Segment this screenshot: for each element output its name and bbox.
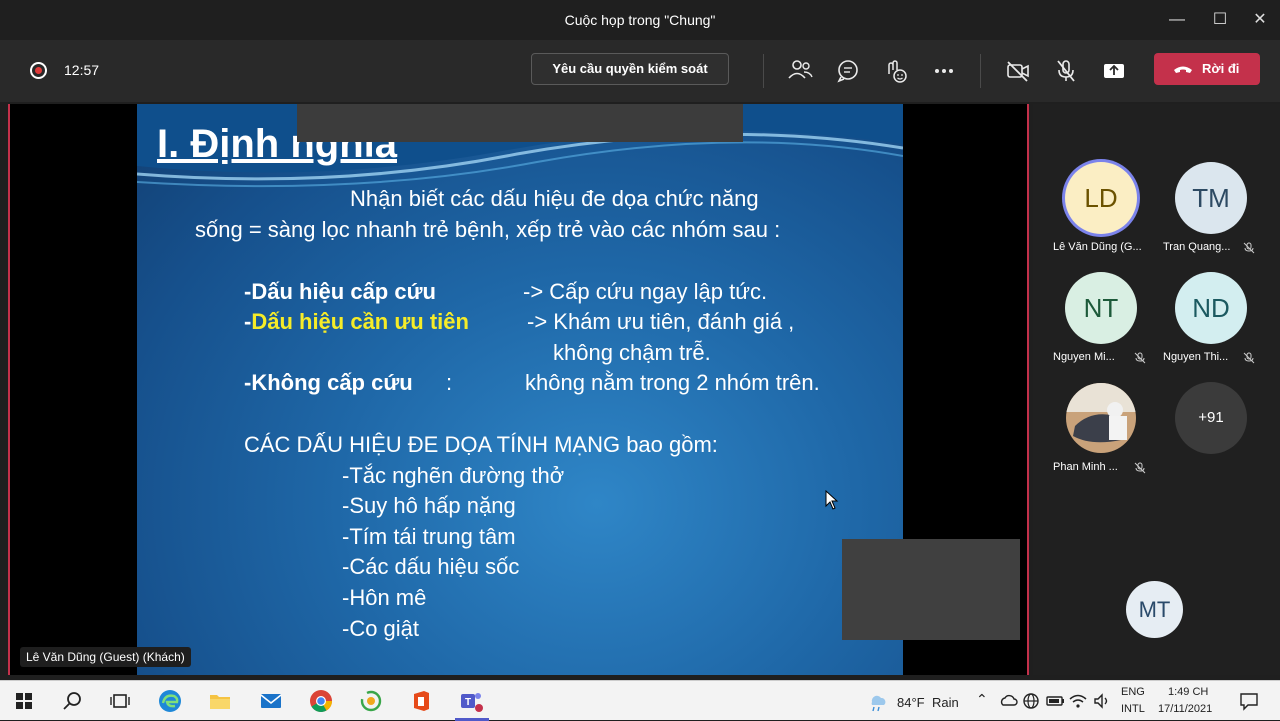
more-options-icon[interactable] [929, 56, 959, 86]
more-participants-count: +91 [1175, 382, 1247, 454]
volume-icon[interactable] [1089, 688, 1115, 714]
group-priority-text: Dấu hiệu cần ưu tiên [251, 309, 469, 334]
clock-date[interactable]: 17/11/2021 [1158, 703, 1212, 715]
shared-content-stage: I. Định nghĩa Nhận biết các dấu hiệu đe … [8, 104, 1029, 675]
participant-gallery: LD Lê Văn Dũng (G... TM Tran Quang... NT… [1033, 104, 1280, 675]
windows-start-icon[interactable] [11, 688, 37, 714]
camera-off-icon[interactable] [1003, 56, 1033, 86]
office-icon[interactable] [408, 688, 434, 714]
language-primary[interactable]: ENG [1121, 686, 1145, 698]
svg-text:T: T [465, 697, 471, 708]
self-avatar[interactable]: MT [1126, 581, 1183, 638]
group-priority-action: -> Khám ưu tiên, đánh giá , [527, 309, 795, 334]
teams-icon[interactable]: T [458, 688, 484, 714]
chat-icon[interactable] [833, 56, 863, 86]
weather-desc[interactable]: Rain [932, 695, 959, 710]
windows-taskbar: T 84°F Rain ⌃ ENG INTL 1:49 CH 17/11/202… [0, 680, 1280, 721]
danger-sign-item: -Tắc nghẽn đường thở [342, 463, 565, 488]
group-nonurgent-action: không nằm trong 2 nhóm trên. [525, 370, 820, 395]
mic-off-icon [1243, 352, 1255, 364]
toolbar-divider [763, 54, 764, 88]
group-emergency-label: -Dấu hiệu cấp cứu [244, 279, 436, 304]
phone-hangup-icon [1174, 66, 1192, 73]
leave-label: Rời đi [1202, 61, 1240, 76]
self-video-preview[interactable] [842, 539, 1020, 640]
language-secondary[interactable]: INTL [1121, 703, 1145, 715]
danger-signs-heading: CÁC DẤU HIỆU ĐE DỌA TÍNH MẠNG bao gồm: [244, 432, 718, 457]
meeting-timer: 12:57 [64, 62, 100, 78]
presenter-name-tag: Lê Văn Dũng (Guest) (Khách) [20, 647, 191, 667]
participant-tile[interactable]: NT Nguyen Mi... [1033, 272, 1146, 382]
chrome-icon[interactable] [308, 688, 334, 714]
mouse-cursor-icon [825, 490, 839, 510]
close-icon[interactable]: ✕ [1245, 6, 1275, 34]
request-control-button[interactable]: Yêu cầu quyền kiểm soát [531, 53, 729, 85]
mic-off-icon[interactable] [1051, 56, 1081, 86]
task-view-icon[interactable] [107, 688, 133, 714]
recording-icon [30, 62, 47, 79]
danger-sign-item: -Hôn mê [342, 585, 427, 610]
participant-name: Nguyen Thi... [1163, 351, 1229, 363]
danger-sign-item: -Tím tái trung tâm [342, 524, 516, 549]
weather-temp[interactable]: 84°F [897, 695, 925, 710]
mail-icon[interactable] [258, 688, 284, 714]
participant-tile[interactable]: LD Lê Văn Dũng (G... [1033, 162, 1143, 272]
group-nonurgent-label: -Không cấp cứu [244, 370, 413, 395]
participant-tile[interactable]: TM Tran Quang... [1143, 162, 1255, 272]
edge-browser-icon[interactable] [157, 688, 183, 714]
weather-rain-icon[interactable] [865, 688, 891, 714]
maximize-icon[interactable]: ☐ [1205, 6, 1235, 34]
wifi-icon[interactable] [1065, 688, 1091, 714]
avatar-photo [1066, 383, 1136, 453]
slide-intro-line-2: sống = sàng lọc nhanh trẻ bệnh, xếp trẻ … [195, 217, 781, 242]
meeting-toolbar: 12:57 Yêu cầu quyền kiểm soát Rời đi [0, 40, 1280, 102]
window-titlebar: Cuộc họp trong "Chung" — ☐ ✕ [0, 0, 1280, 40]
leave-button[interactable]: Rời đi [1154, 53, 1260, 85]
danger-sign-item: -Co giật [342, 616, 420, 641]
screen-share-overlay [297, 104, 743, 142]
reactions-icon[interactable] [881, 56, 911, 86]
app-swirl-icon[interactable] [358, 688, 384, 714]
avatar: LD [1065, 162, 1137, 234]
group-nonurgent-sep: : [446, 370, 453, 395]
more-participants-tile[interactable]: +91 [1143, 382, 1253, 492]
avatar: TM [1175, 162, 1247, 234]
chevron-up-icon[interactable]: ⌃ [976, 691, 988, 708]
participant-name: Tran Quang... [1163, 241, 1231, 253]
clock-time[interactable]: 1:49 CH [1168, 686, 1208, 698]
participants-icon[interactable] [785, 56, 815, 86]
notifications-icon[interactable] [1236, 688, 1262, 714]
minimize-icon[interactable]: — [1162, 6, 1192, 34]
mic-off-icon [1243, 242, 1255, 254]
avatar: NT [1065, 272, 1137, 344]
network-icon[interactable] [1018, 688, 1044, 714]
file-explorer-icon[interactable] [207, 688, 233, 714]
share-screen-icon[interactable] [1099, 56, 1129, 86]
avatar: ND [1175, 272, 1247, 344]
group-emergency-action: -> Cấp cứu ngay lập tức. [523, 279, 768, 304]
search-icon[interactable] [59, 688, 85, 714]
danger-sign-item: -Các dấu hiệu sốc [342, 554, 520, 579]
participant-tile[interactable]: Phan Minh ... [1033, 382, 1146, 492]
slide-intro-line-1: Nhận biết các dấu hiệu đe dọa chức năng [350, 186, 759, 211]
group-priority-action-cont: không chậm trễ. [553, 340, 711, 365]
presentation-slide: I. Định nghĩa Nhận biết các dấu hiệu đe … [137, 104, 903, 675]
toolbar-divider [980, 54, 981, 88]
participant-tile[interactable]: ND Nguyen Thi... [1143, 272, 1255, 382]
danger-sign-item: -Suy hô hấp nặng [342, 493, 516, 518]
window-title: Cuộc họp trong "Chung" [564, 12, 716, 28]
group-priority-label: -Dấu hiệu cần ưu tiên [244, 309, 469, 335]
